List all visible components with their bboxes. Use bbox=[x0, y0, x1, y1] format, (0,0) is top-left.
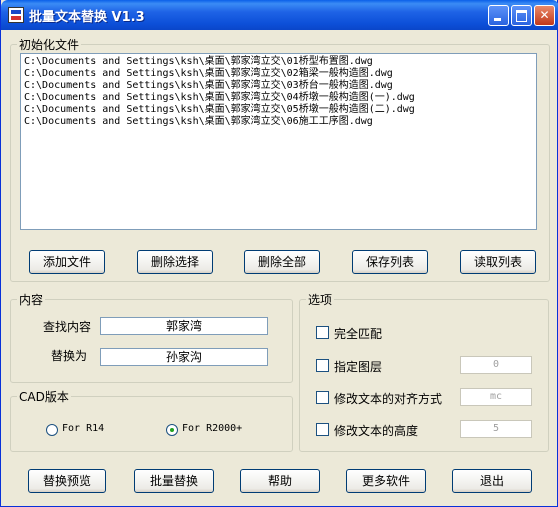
layer-input[interactable]: 0 bbox=[460, 356, 532, 374]
full-match-checkbox[interactable] bbox=[316, 326, 329, 339]
layer-checkbox[interactable] bbox=[316, 359, 329, 372]
more-software-button[interactable]: 更多软件 bbox=[346, 469, 426, 493]
replace-label: 替换为 bbox=[51, 349, 88, 363]
file-list-item[interactable]: C:\Documents and Settings\ksh\桌面\郭家湾立交\0… bbox=[24, 116, 533, 128]
main-window: 批量文本替换 V1.3 ✕ 初始化文件 C:\Documents and Set… bbox=[0, 0, 558, 507]
r14-radio[interactable] bbox=[46, 424, 58, 436]
cad-version-title: CAD版本 bbox=[19, 390, 69, 404]
alignment-label[interactable]: 修改文本的对齐方式 bbox=[334, 390, 442, 407]
height-checkbox[interactable] bbox=[316, 423, 329, 436]
full-match-label[interactable]: 完全匹配 bbox=[334, 325, 382, 342]
app-icon bbox=[8, 7, 24, 23]
alignment-input[interactable]: mc bbox=[460, 388, 532, 406]
minimize-button[interactable] bbox=[488, 5, 509, 26]
find-label: 查找内容 bbox=[43, 320, 92, 334]
help-button[interactable]: 帮助 bbox=[240, 469, 320, 493]
preview-button[interactable]: 替换预览 bbox=[28, 469, 106, 493]
load-list-button[interactable]: 读取列表 bbox=[460, 250, 536, 274]
files-group-title: 初始化文件 bbox=[19, 38, 80, 52]
alignment-checkbox[interactable] bbox=[316, 391, 329, 404]
exit-button[interactable]: 退出 bbox=[452, 469, 532, 493]
delete-all-button[interactable]: 删除全部 bbox=[244, 250, 320, 274]
close-button[interactable]: ✕ bbox=[534, 5, 555, 26]
r14-label[interactable]: For R14 bbox=[62, 423, 104, 434]
options-group-title: 选项 bbox=[308, 293, 333, 307]
add-file-button[interactable]: 添加文件 bbox=[29, 250, 105, 274]
content-group: 内容 bbox=[10, 291, 293, 383]
r2000-label[interactable]: For R2000+ bbox=[182, 423, 242, 434]
window-title: 批量文本替换 V1.3 bbox=[29, 10, 145, 25]
content-group-title: 内容 bbox=[19, 293, 44, 307]
find-input[interactable]: 郭家湾 bbox=[100, 317, 268, 335]
file-list-item[interactable]: C:\Documents and Settings\ksh\桌面\郭家湾立交\0… bbox=[24, 104, 533, 116]
cad-version-group: CAD版本 bbox=[10, 388, 293, 452]
layer-label[interactable]: 指定图层 bbox=[334, 358, 382, 375]
file-list-item[interactable]: C:\Documents and Settings\ksh\桌面\郭家湾立交\0… bbox=[24, 68, 533, 80]
file-list[interactable]: C:\Documents and Settings\ksh\桌面\郭家湾立交\0… bbox=[20, 53, 537, 230]
batch-replace-button[interactable]: 批量替换 bbox=[134, 469, 214, 493]
save-list-button[interactable]: 保存列表 bbox=[352, 250, 428, 274]
title-bar[interactable]: 批量文本替换 V1.3 ✕ bbox=[1, 0, 558, 30]
height-label[interactable]: 修改文本的高度 bbox=[334, 422, 418, 439]
maximize-button[interactable] bbox=[511, 5, 532, 26]
file-list-item[interactable]: C:\Documents and Settings\ksh\桌面\郭家湾立交\0… bbox=[24, 56, 533, 68]
file-list-item[interactable]: C:\Documents and Settings\ksh\桌面\郭家湾立交\0… bbox=[24, 92, 533, 104]
r2000-radio[interactable] bbox=[166, 424, 178, 436]
height-input[interactable]: 5 bbox=[460, 420, 532, 438]
delete-selected-button[interactable]: 删除选择 bbox=[137, 250, 213, 274]
file-list-item[interactable]: C:\Documents and Settings\ksh\桌面\郭家湾立交\0… bbox=[24, 80, 533, 92]
replace-input[interactable]: 孙家沟 bbox=[100, 348, 268, 366]
